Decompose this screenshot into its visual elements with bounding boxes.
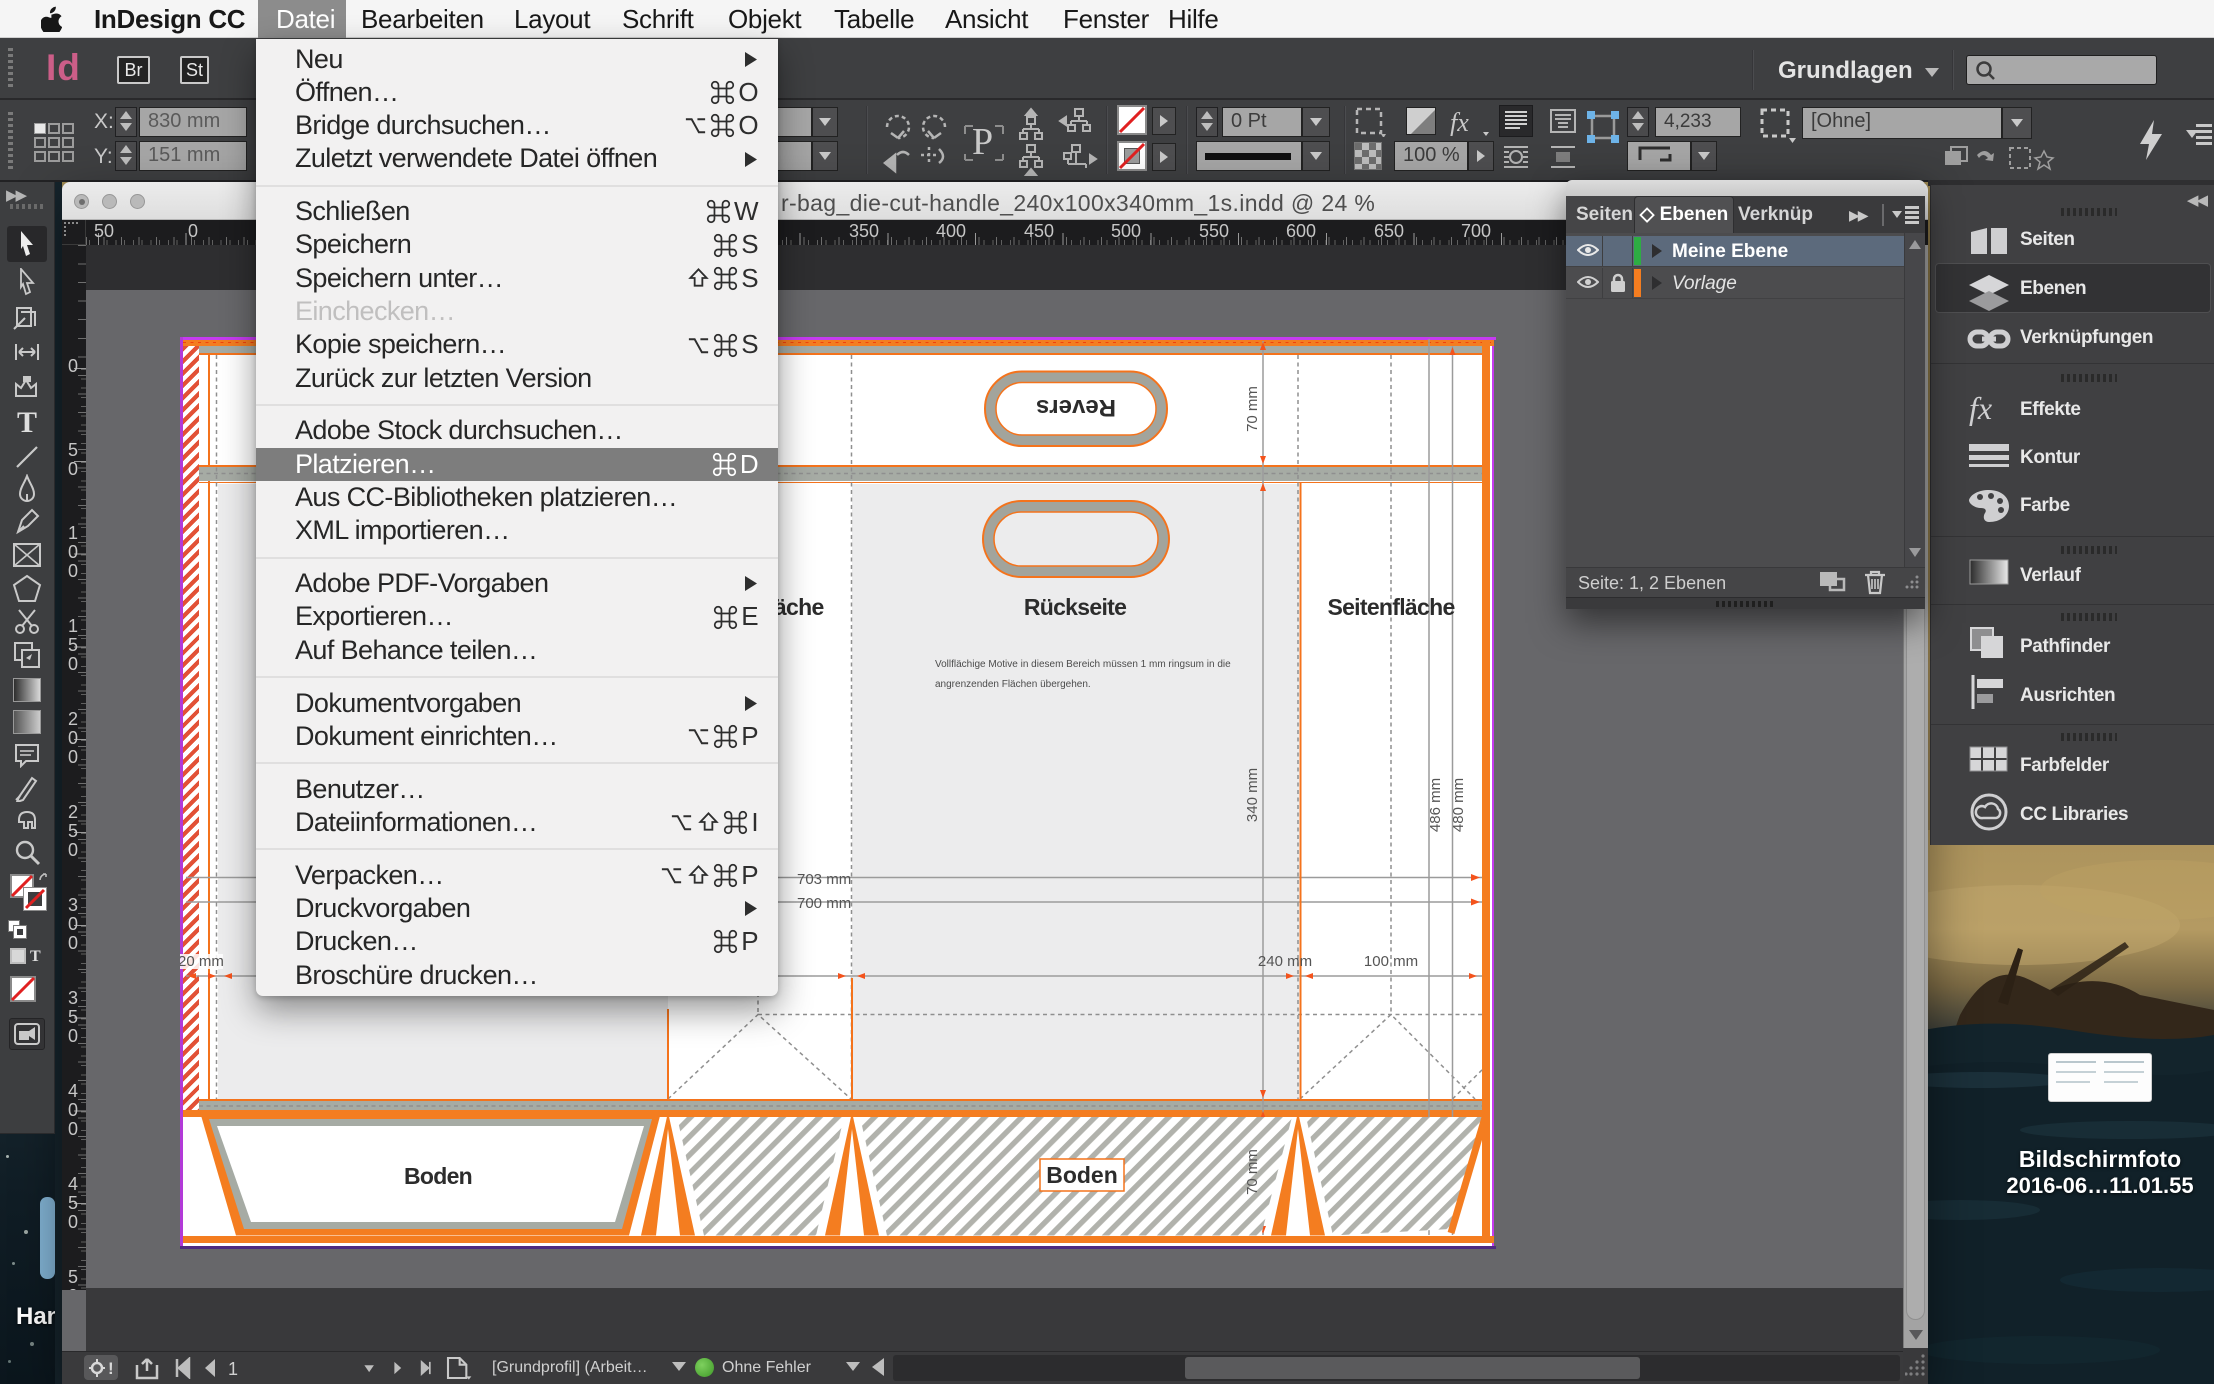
svg-text:P: P bbox=[972, 121, 993, 163]
svg-text:angrenzenden Flächen übergehen: angrenzenden Flächen übergehen. bbox=[935, 679, 1091, 690]
svg-text:100 mm: 100 mm bbox=[1364, 953, 1418, 970]
svg-text:700 mm: 700 mm bbox=[797, 895, 851, 912]
svg-text:Seitenfläche: Seitenfläche bbox=[1327, 594, 1454, 620]
svg-text:480 mm: 480 mm bbox=[1450, 778, 1467, 832]
svg-text:70 mm: 70 mm bbox=[1244, 1149, 1261, 1195]
svg-text:70 mm: 70 mm bbox=[1244, 386, 1261, 432]
svg-text:20 mm: 20 mm bbox=[180, 953, 224, 970]
svg-text:240 mm: 240 mm bbox=[1258, 953, 1312, 970]
svg-text:Boden: Boden bbox=[404, 1163, 472, 1189]
svg-text:703 mm: 703 mm bbox=[797, 871, 851, 888]
svg-text:Rückseite: Rückseite bbox=[1024, 594, 1126, 620]
svg-text:Boden: Boden bbox=[1046, 1162, 1118, 1188]
svg-text:340 mm: 340 mm bbox=[1244, 768, 1261, 822]
svg-text:fx: fx bbox=[1969, 391, 1992, 426]
svg-text:486 mm: 486 mm bbox=[1427, 778, 1444, 832]
svg-text:!: ! bbox=[108, 1359, 114, 1378]
svg-text:fx: fx bbox=[1450, 110, 1469, 136]
svg-text:Vollflächige Motive in diesem: Vollflächige Motive in diesem Bereich mü… bbox=[935, 659, 1231, 670]
svg-text:Revers: Revers bbox=[1036, 394, 1116, 421]
